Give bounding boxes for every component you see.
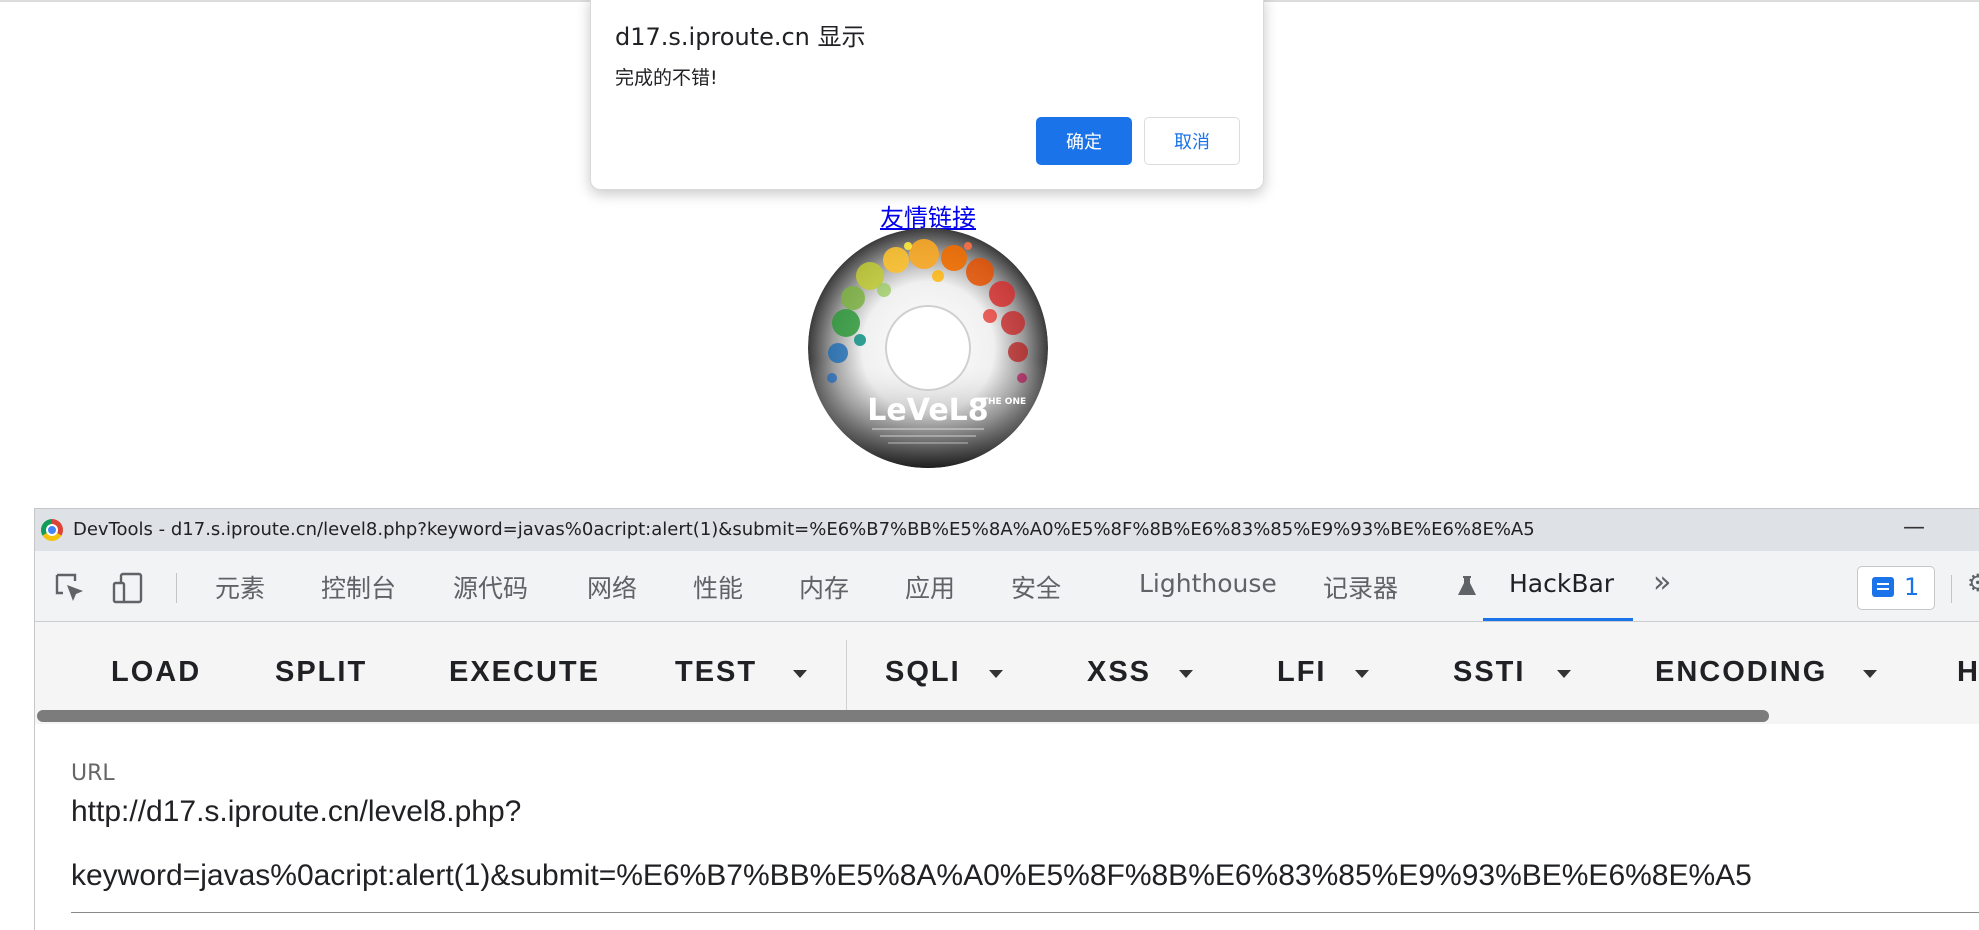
hackbar-toolbar: LOAD SPLIT EXECUTE TEST SQLI XSS LFI SST… bbox=[35, 622, 1979, 724]
devtools-window: DevTools - d17.s.iproute.cn/level8.php?k… bbox=[34, 508, 1979, 930]
tab-hackbar[interactable]: HackBar bbox=[1509, 569, 1614, 598]
encoding-caret-icon bbox=[1863, 670, 1877, 678]
alert-dialog: d17.s.iproute.cn 显示 完成的不错! 确定 取消 bbox=[590, 0, 1264, 190]
flask-icon bbox=[1458, 576, 1476, 595]
url-label: URL bbox=[71, 761, 115, 786]
chrome-icon bbox=[41, 519, 63, 541]
devtools-title: DevTools - d17.s.iproute.cn/level8.php?k… bbox=[73, 519, 1535, 540]
tab-recorder[interactable]: 记录器 bbox=[1323, 569, 1398, 605]
xss-dropdown[interactable]: XSS bbox=[1087, 656, 1151, 689]
url-field-underline bbox=[71, 912, 1979, 913]
ssti-caret-icon bbox=[1557, 670, 1571, 678]
settings-gear-icon[interactable]: ⚙ bbox=[1967, 569, 1979, 597]
sqli-dropdown[interactable]: SQLI bbox=[885, 656, 961, 689]
issues-count: 1 bbox=[1904, 573, 1920, 601]
toolbar-divider bbox=[176, 573, 177, 603]
url-textarea-line-1[interactable]: http://d17.s.iproute.cn/level8.php? bbox=[71, 795, 521, 829]
dialog-message: 完成的不错! bbox=[615, 67, 718, 89]
horizontal-scrollbar[interactable] bbox=[37, 710, 1769, 722]
tab-security[interactable]: 安全 bbox=[1011, 569, 1061, 605]
dialog-title: d17.s.iproute.cn 显示 bbox=[615, 23, 866, 51]
minimize-icon[interactable]: — bbox=[1903, 515, 1925, 540]
toolbar-divider-right bbox=[1951, 575, 1952, 603]
tab-application[interactable]: 应用 bbox=[905, 569, 955, 605]
cancel-button[interactable]: 取消 bbox=[1144, 117, 1240, 165]
ssti-dropdown[interactable]: SSTI bbox=[1453, 656, 1525, 689]
execute-button[interactable]: EXECUTE bbox=[449, 656, 600, 689]
inspect-element-icon[interactable] bbox=[53, 571, 87, 605]
hashing-dropdown-partial[interactable]: H bbox=[1957, 656, 1979, 689]
tab-lighthouse[interactable]: Lighthouse bbox=[1139, 569, 1277, 598]
lfi-caret-icon bbox=[1355, 670, 1369, 678]
active-tab-indicator bbox=[1483, 618, 1633, 621]
level8-disc-image: LeVeL8 THE ONE bbox=[808, 228, 1048, 468]
ok-button[interactable]: 确定 bbox=[1036, 117, 1132, 165]
url-textarea-line-2[interactable]: keyword=javas%0acript:alert(1)&submit=%E… bbox=[71, 859, 1752, 893]
encoding-dropdown[interactable]: ENCODING bbox=[1655, 656, 1827, 689]
test-dropdown[interactable]: TEST bbox=[675, 656, 757, 689]
sqli-caret-icon bbox=[989, 670, 1003, 678]
tab-console[interactable]: 控制台 bbox=[321, 569, 396, 605]
more-tabs-icon[interactable]: » bbox=[1653, 565, 1671, 600]
devtools-titlebar: DevTools - d17.s.iproute.cn/level8.php?k… bbox=[35, 509, 1979, 551]
tab-network[interactable]: 网络 bbox=[587, 569, 637, 605]
lfi-dropdown[interactable]: LFI bbox=[1277, 656, 1327, 689]
tab-elements[interactable]: 元素 bbox=[215, 569, 265, 605]
devtools-tabbar: 元素 控制台 源代码 网络 性能 内存 应用 安全 Lighthouse 记录器… bbox=[35, 551, 1979, 622]
test-caret-icon bbox=[793, 670, 807, 678]
hackbar-divider bbox=[846, 640, 847, 710]
tab-performance[interactable]: 性能 bbox=[693, 569, 743, 605]
tab-sources[interactable]: 源代码 bbox=[453, 569, 528, 605]
split-button[interactable]: SPLIT bbox=[275, 656, 367, 689]
tab-memory[interactable]: 内存 bbox=[799, 569, 849, 605]
message-icon bbox=[1872, 577, 1894, 597]
xss-caret-icon bbox=[1179, 670, 1193, 678]
device-toolbar-icon[interactable] bbox=[111, 571, 145, 605]
issues-button[interactable]: 1 bbox=[1857, 566, 1935, 610]
disc-logo-subtext: THE ONE bbox=[982, 397, 1026, 407]
load-button[interactable]: LOAD bbox=[111, 656, 201, 689]
disc-logo-text: LeVeL8 bbox=[867, 393, 988, 428]
